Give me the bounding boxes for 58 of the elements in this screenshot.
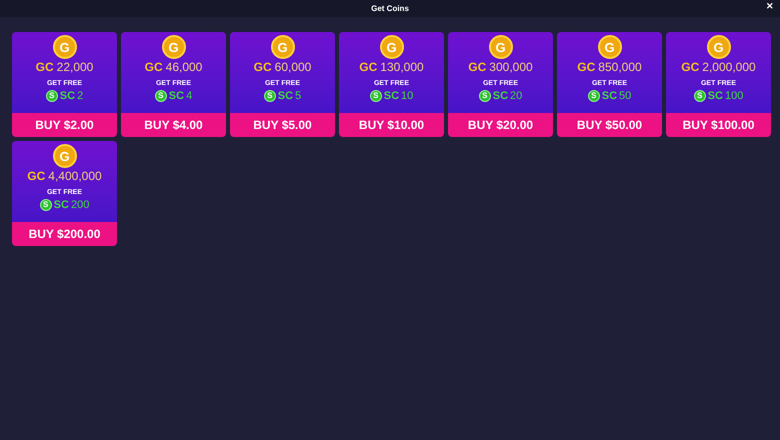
gc-amount: 4,400,000 <box>48 170 102 182</box>
gc-label: GC <box>144 61 163 73</box>
gc-label: GC <box>36 61 54 73</box>
coin-icon: G <box>270 35 294 59</box>
buy-button[interactable]: BUY $5.00 <box>230 113 335 137</box>
buy-button[interactable]: BUY $100.00 <box>666 113 771 137</box>
coin-icon: G <box>52 144 76 168</box>
gc-amount: 300,000 <box>489 61 533 73</box>
sweeps-coin-icon: S <box>154 90 167 102</box>
coin-icon: G <box>52 35 76 59</box>
sc-amount: 20 <box>510 90 522 102</box>
sweeps-coin-icon: S <box>478 90 491 102</box>
gc-label: GC <box>27 170 46 182</box>
gc-label: GC <box>577 61 596 73</box>
sc-amount: 4 <box>186 90 192 102</box>
buy-button[interactable]: BUY $50.00 <box>557 113 662 137</box>
sweeps-coin-icon: S <box>264 90 276 102</box>
sc-amount: 200 <box>70 200 90 210</box>
buy-button[interactable]: BUY $200.00 <box>12 222 117 246</box>
gc-amount: 850,000 <box>598 61 642 73</box>
sc-label: SC <box>384 90 400 102</box>
sc-label: SC <box>54 200 69 210</box>
gc-amount: 130,000 <box>380 61 424 73</box>
gc-label: GC <box>681 61 700 73</box>
sc-label: SC <box>602 90 618 102</box>
gc-amount: 22,000 <box>56 61 94 73</box>
buy-button[interactable]: BUY $4.00 <box>121 113 226 137</box>
gc-label: GC <box>254 61 272 73</box>
window-title: Get Coins <box>371 2 409 14</box>
coin-icon: G <box>380 35 404 59</box>
sc-label: SC <box>492 90 508 102</box>
buy-button[interactable]: BUY $10.00 <box>339 113 444 137</box>
sweeps-coin-icon: S <box>46 90 58 102</box>
sc-amount: 2 <box>77 90 84 102</box>
gc-label: GC <box>468 61 486 73</box>
sc-label: SC <box>168 90 184 102</box>
sc-amount: 50 <box>619 90 632 102</box>
buy-button[interactable]: BUY $2.00 <box>12 113 117 137</box>
gc-label: GC <box>359 61 378 73</box>
sc-label: SC <box>708 90 723 102</box>
buy-button[interactable]: BUY $20.00 <box>448 113 553 137</box>
close-button[interactable]: ✕ <box>765 2 775 11</box>
sc-amount: 10 <box>401 90 414 102</box>
gc-amount: 46,000 <box>166 61 202 73</box>
sweeps-coin-icon: S <box>694 90 706 102</box>
coin-icon: G <box>162 35 186 59</box>
coin-icon: G <box>706 35 730 59</box>
sc-amount: 100 <box>724 90 744 102</box>
sc-label: SC <box>60 90 76 102</box>
sweeps-coin-icon: S <box>40 199 52 211</box>
gc-amount: 2,000,000 <box>702 61 756 73</box>
sweeps-coin-icon: S <box>588 90 600 102</box>
sweeps-coin-icon: S <box>370 90 382 102</box>
sc-amount: 5 <box>295 90 302 102</box>
gc-amount: 60,000 <box>274 61 312 73</box>
coin-icon: G <box>598 35 622 59</box>
coin-icon: G <box>488 35 512 59</box>
sc-label: SC <box>278 90 294 102</box>
